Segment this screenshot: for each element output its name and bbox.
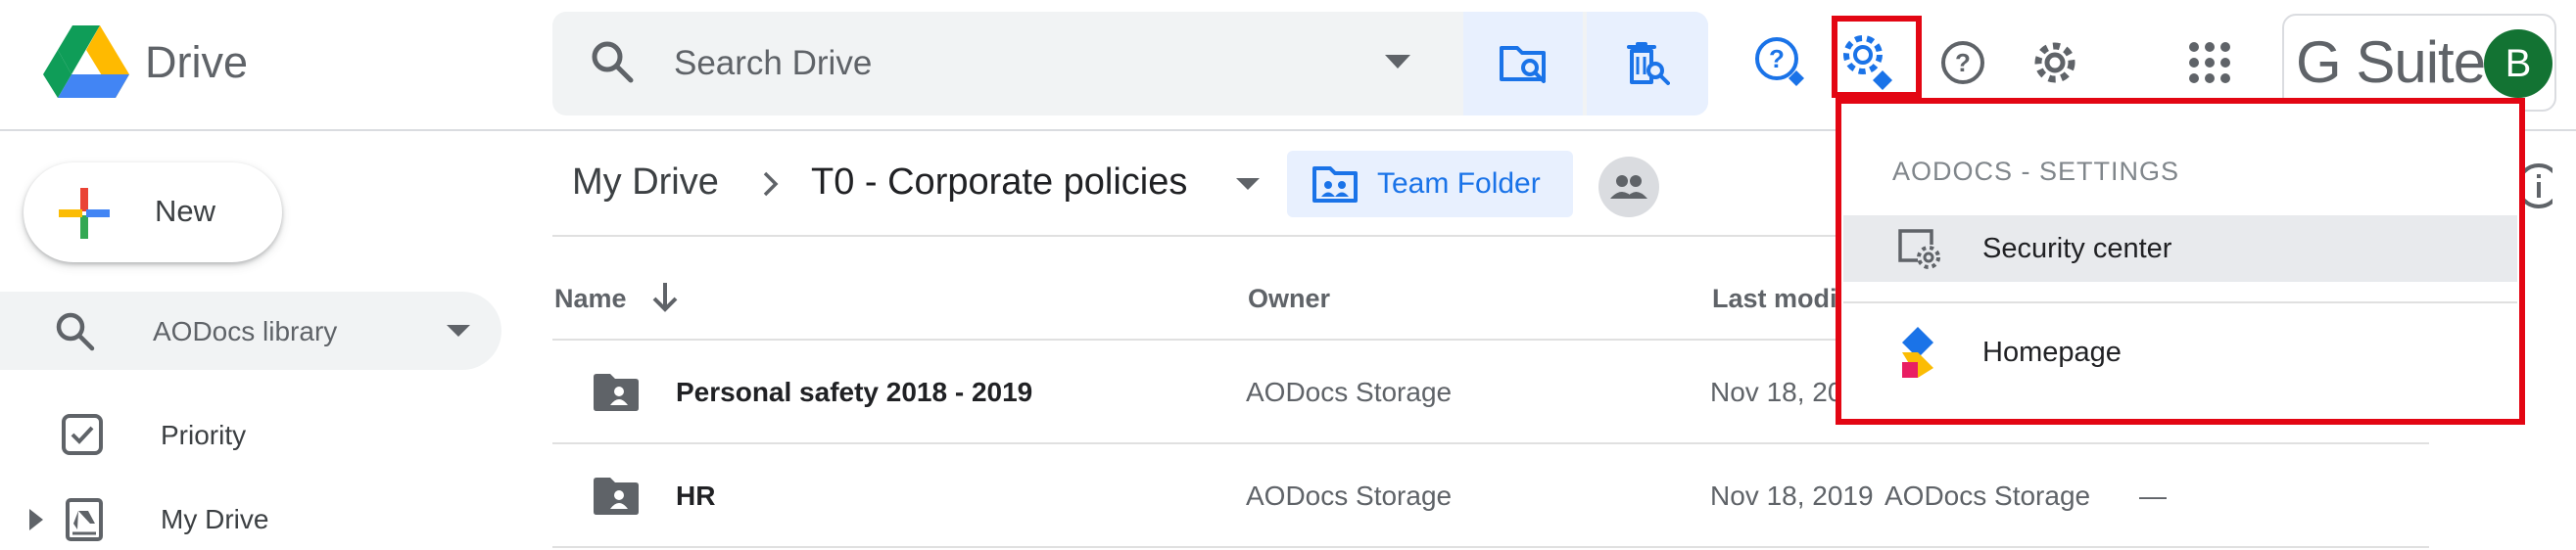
file-name[interactable]: Personal safety 2018 - 2019 <box>676 376 1032 409</box>
search-icon[interactable] <box>590 39 635 84</box>
plus-icon <box>57 186 112 241</box>
file-owner: AODocs Storage <box>1246 481 1453 511</box>
trash-search-button[interactable] <box>1587 12 1708 115</box>
shared-folder-icon <box>594 374 639 411</box>
help-icon[interactable]: ? <box>1935 35 1990 90</box>
avatar[interactable]: B <box>2484 29 2552 98</box>
file-modified-by: AODocs Storage <box>1884 481 2091 511</box>
apps-grid-icon[interactable] <box>2188 41 2231 84</box>
shared-folder-icon <box>594 478 639 515</box>
team-folder-icon <box>1312 164 1358 204</box>
file-owner: AODocs Storage <box>1246 377 1453 407</box>
svg-text:?: ? <box>1955 48 1971 77</box>
team-folder-label: Team Folder <box>1377 167 1541 200</box>
product-name: Drive <box>145 37 249 87</box>
gear-icon[interactable] <box>2027 35 2082 90</box>
gsuite-brand: G Suite <box>2296 29 2486 95</box>
search-icon <box>55 311 96 352</box>
trash-search-icon <box>1627 42 1670 85</box>
folder-search-button[interactable] <box>1463 12 1583 115</box>
caret-down-icon[interactable] <box>447 325 470 337</box>
shared-people-icon[interactable] <box>1598 157 1659 217</box>
file-size: — <box>2139 481 2167 511</box>
drive-file-icon <box>65 497 104 542</box>
search-options-caret-down-icon[interactable] <box>1385 55 1410 69</box>
svg-text:?: ? <box>1769 44 1785 73</box>
file-modified: Nov 18, 20 <box>1710 377 1843 407</box>
column-header-last-modified[interactable]: Last modi <box>1712 282 1837 315</box>
google-drive-logo[interactable] <box>43 25 129 100</box>
row-divider <box>552 546 2429 548</box>
check-box-icon <box>61 413 104 456</box>
column-header-name[interactable]: Name <box>554 282 627 315</box>
aodocs-settings-highlight <box>1832 16 1922 98</box>
chevron-right-icon <box>762 170 780 198</box>
caret-down-icon[interactable] <box>1236 178 1260 190</box>
settings-menu-highlight <box>1836 98 2525 425</box>
expand-arrow-icon[interactable] <box>29 509 43 530</box>
file-modified: Nov 18, 2019 <box>1710 481 1874 511</box>
file-name[interactable]: HR <box>676 480 715 513</box>
breadcrumb-divider <box>552 235 1841 237</box>
help-badge-icon[interactable]: ? <box>1753 35 1808 90</box>
sidebar-item-priority[interactable]: Priority <box>161 419 246 452</box>
search-input[interactable]: Search Drive <box>674 39 872 88</box>
sidebar-item-my-drive[interactable]: My Drive <box>161 503 268 536</box>
column-header-owner[interactable]: Owner <box>1248 282 1330 315</box>
breadcrumb-current[interactable]: T0 - Corporate policies <box>811 157 1187 207</box>
breadcrumb-root[interactable]: My Drive <box>572 157 719 207</box>
library-label: AODocs library <box>153 316 338 346</box>
arrow-down-icon[interactable] <box>650 280 680 313</box>
new-button-label: New <box>155 194 216 228</box>
folder-search-icon <box>1500 46 1546 83</box>
